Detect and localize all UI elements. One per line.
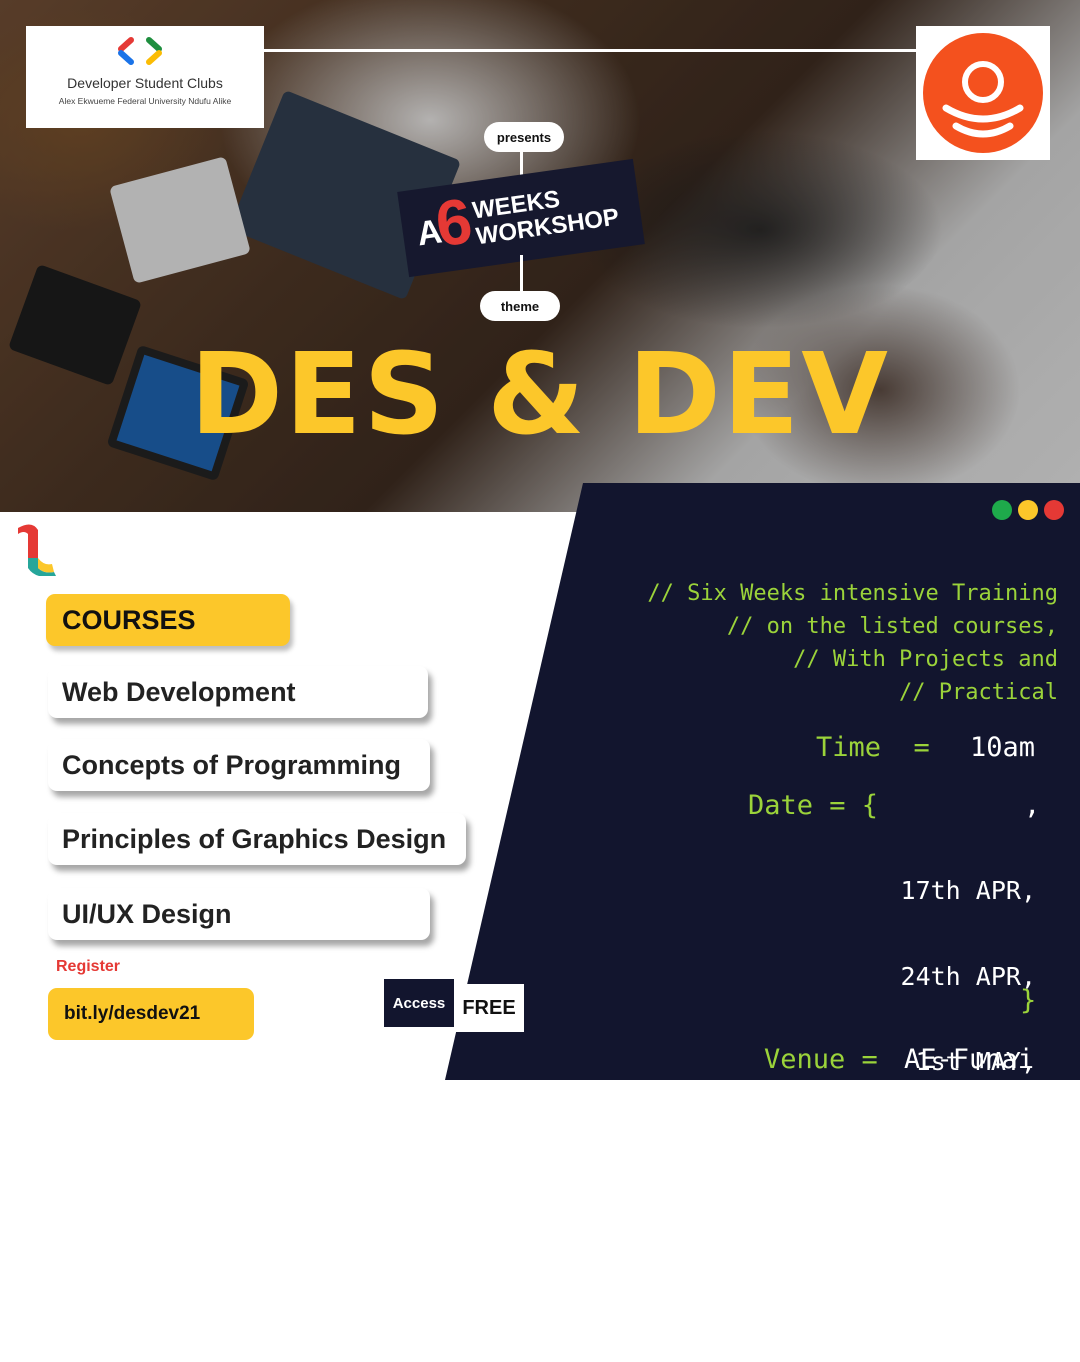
gdsc-brackets-icon <box>118 37 162 65</box>
code-comment: // Practical <box>899 680 1058 705</box>
courses-header: COURSES <box>46 594 290 646</box>
university-name: Alex Ekwueme Federal University Ndufu Al… <box>58 96 232 106</box>
time-key: Time = <box>816 732 930 763</box>
date-item: 24th APR, <box>900 961 1036 991</box>
venue-value: AE-Funai <box>904 1044 1035 1075</box>
course-item: Principles of Graphics Design <box>48 813 466 865</box>
event-headline: DES & DEV <box>190 330 890 460</box>
register-label: Register <box>56 958 121 975</box>
course-item: UI/UX Design <box>48 888 430 940</box>
workshop-number: 6 <box>431 184 477 261</box>
access-label: Access <box>384 979 454 1027</box>
register-link-button[interactable]: bit.ly/desdev21 <box>48 988 254 1040</box>
venue-key: Venue = <box>764 1044 878 1075</box>
date-first-comma: , <box>1024 790 1041 821</box>
date-item: 17th APR, <box>900 876 1036 905</box>
date-close-brace: } <box>1020 985 1037 1016</box>
brand-mark-icon <box>18 524 56 576</box>
date-list: 17th APR, 24th APR, 1st MAY, 8th MAY, 15… <box>901 820 1036 1362</box>
time-value: 10am <box>970 732 1036 763</box>
yellow-dot-icon <box>1018 500 1038 520</box>
access-free-badge: FREE <box>454 984 524 1032</box>
gdsc-logo-box: Developer Student Clubs Alex Ekwueme Fed… <box>26 26 264 128</box>
partner-logo-box <box>916 26 1050 160</box>
theme-pill: theme <box>480 291 560 321</box>
code-comment: // With Projects and <box>793 647 1058 672</box>
date-item: 29th MAY, <box>900 1303 1036 1333</box>
red-dot-icon <box>1044 500 1064 520</box>
date-item: 8th MAY, <box>915 1132 1036 1162</box>
code-comment: // Six Weeks intensive Training <box>647 581 1058 606</box>
presents-pill: presents <box>484 122 564 152</box>
course-item: Concepts of Programming <box>48 739 430 791</box>
partner-logo-icon <box>923 33 1043 153</box>
date-item: 15th MAY, <box>900 1218 1036 1247</box>
connector-line <box>520 255 523 295</box>
connector-line <box>264 49 916 52</box>
date-key: Date = { <box>748 790 879 821</box>
course-item: Web Development <box>48 666 428 718</box>
window-dots <box>992 500 1064 520</box>
code-comment: // on the listed courses, <box>726 614 1058 639</box>
club-name: Developer Student Clubs <box>67 75 223 91</box>
green-dot-icon <box>992 500 1012 520</box>
